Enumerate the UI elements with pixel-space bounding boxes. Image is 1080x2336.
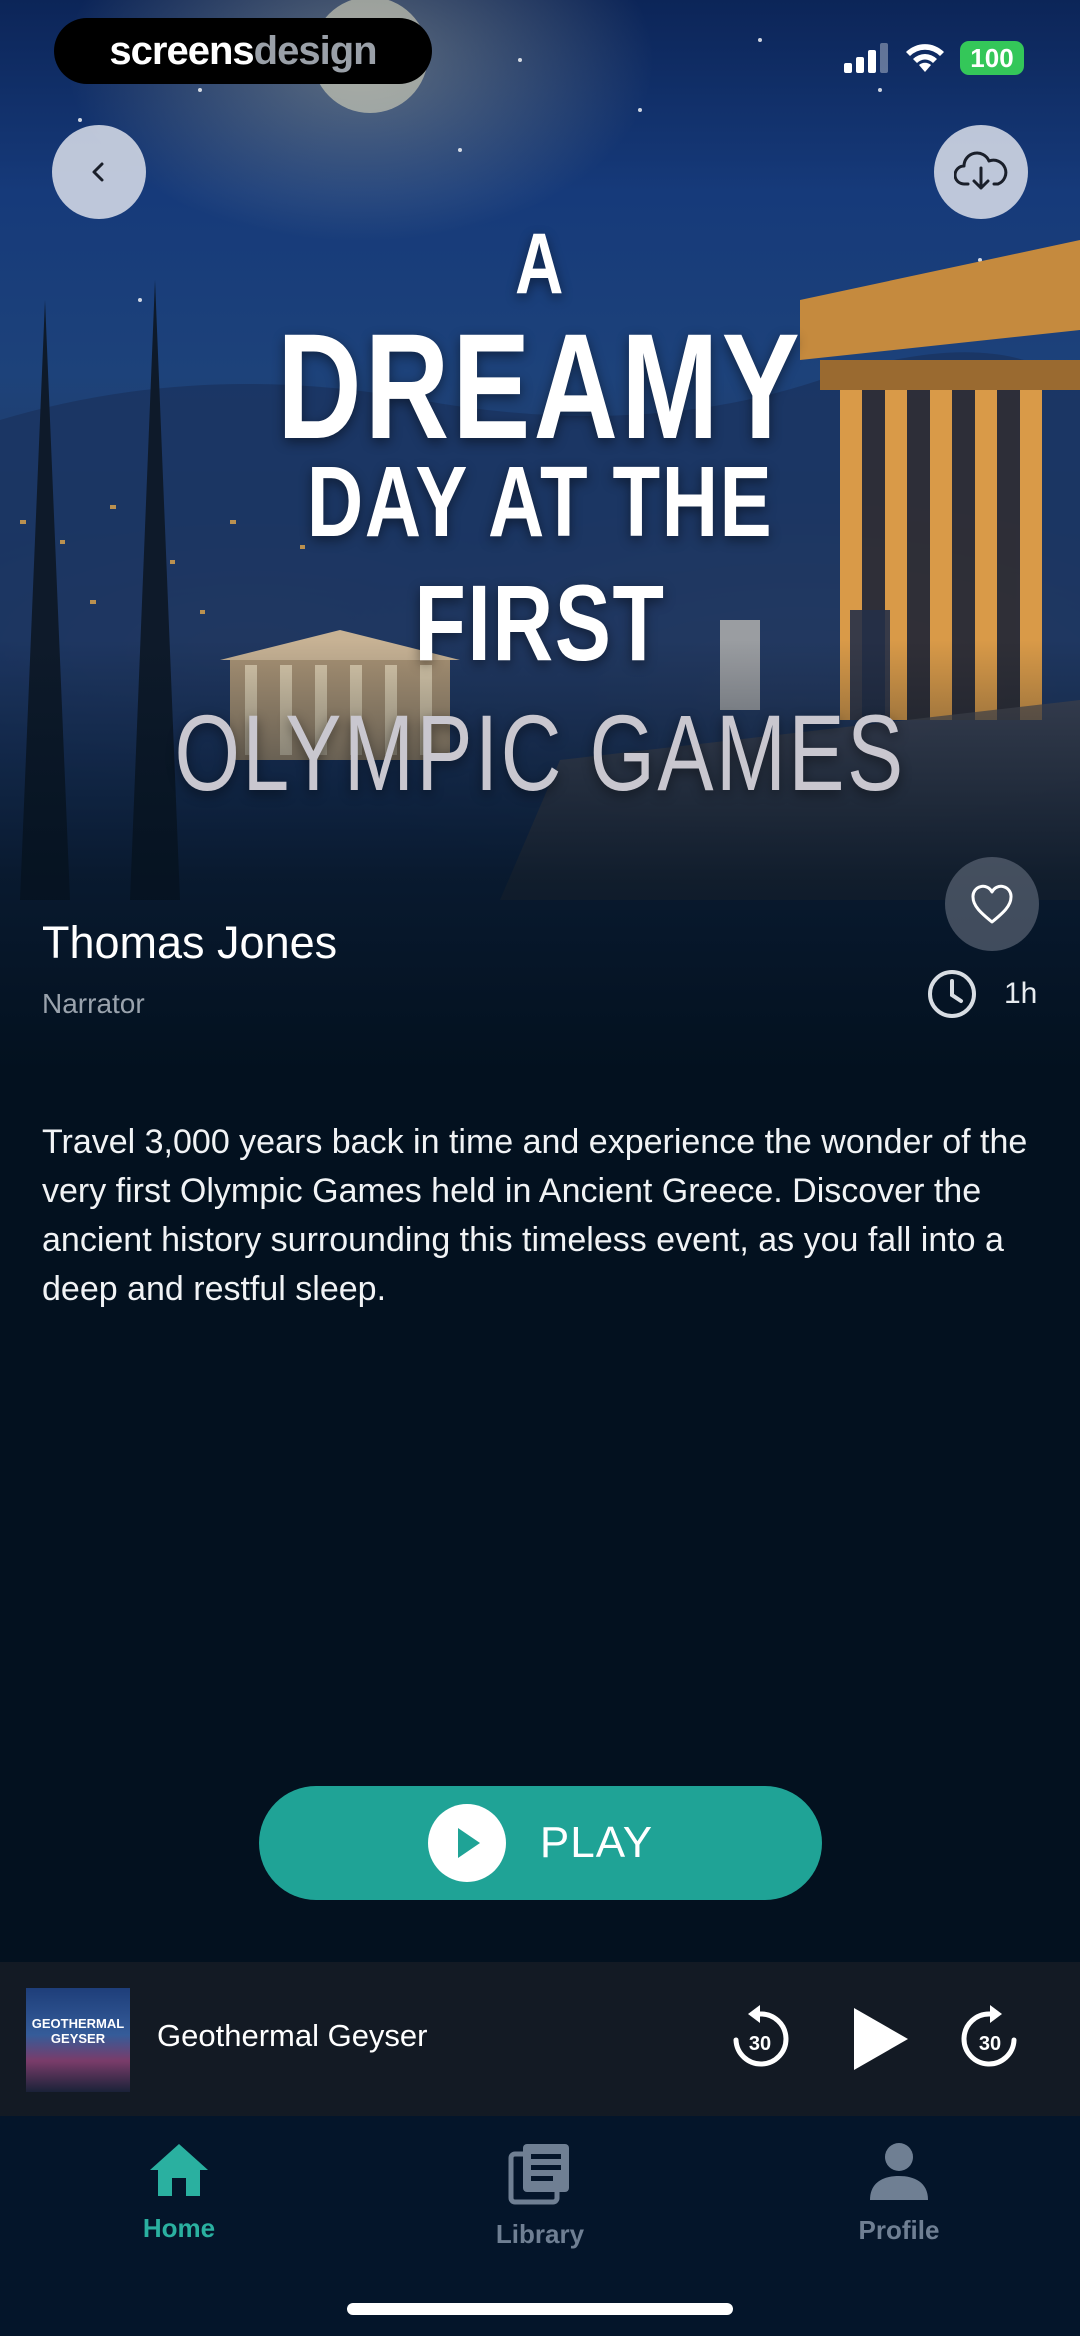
chevron-left-icon <box>92 162 104 182</box>
play-button[interactable]: PLAY <box>259 1786 822 1900</box>
mini-player-play-button[interactable] <box>844 2004 914 2074</box>
narrator-name: Thomas Jones <box>42 917 338 968</box>
favorite-button[interactable] <box>945 857 1039 951</box>
status-bar: 100 <box>844 38 1024 78</box>
skip-forward-30-button[interactable]: 30 <box>954 2002 1026 2074</box>
battery-indicator: 100 <box>960 41 1024 75</box>
mini-player-artwork: GEOTHERMAL GEYSER <box>26 1988 130 2092</box>
cloud-download-icon <box>954 151 1008 190</box>
narrator-label: Narrator <box>42 988 145 1019</box>
brand-text-primary: screens <box>109 29 254 73</box>
story-description: Travel 3,000 years back in time and expe… <box>42 1123 1028 1308</box>
tab-label: Home <box>142 2213 216 2243</box>
brand-watermark: screensdesign <box>54 18 432 84</box>
brand-text-secondary: design <box>253 29 378 73</box>
tab-library[interactable]: Library <box>440 2140 640 2250</box>
profile-icon <box>870 2143 928 2200</box>
skip-back-30-button[interactable]: 30 <box>724 2002 796 2074</box>
wifi-icon <box>906 44 944 72</box>
mini-player[interactable]: GEOTHERMAL GEYSER Geothermal Geyser <box>0 1962 1080 2116</box>
tab-home[interactable]: Home <box>79 2140 279 2244</box>
mini-player-art-text: GEOTHERMAL GEYSER <box>31 2016 125 2046</box>
duration-text: 1h <box>1004 977 1038 1010</box>
skip-forward-seconds: 30 <box>979 2033 1001 2055</box>
cover-artwork: A DREAMY DAY AT THE FIRST OLYMPIC GAMES <box>0 0 1080 1070</box>
library-icon <box>508 2144 569 2205</box>
play-circle <box>427 1804 506 1882</box>
mini-player-title: Geothermal Geyser <box>157 2018 428 2053</box>
home-icon <box>150 2144 208 2196</box>
tab-label: Library <box>495 2219 585 2249</box>
play-label: PLAY <box>539 1818 654 1867</box>
cover-title-line: OLYMPIC GAMES <box>174 692 906 813</box>
tab-label: Profile <box>858 2215 940 2245</box>
clock-icon <box>928 970 976 1018</box>
download-button[interactable] <box>934 125 1028 219</box>
cover-title-line: FIRST <box>414 562 666 683</box>
back-button[interactable] <box>52 125 146 219</box>
skip-back-seconds: 30 <box>749 2033 771 2055</box>
cellular-signal-icon <box>844 43 888 73</box>
tab-profile[interactable]: Profile <box>799 2140 999 2246</box>
cover-title-line: DAY AT THE <box>306 446 774 558</box>
home-indicator[interactable] <box>347 2303 733 2315</box>
play-icon <box>457 1828 480 1858</box>
heart-icon <box>971 884 1013 924</box>
duration: 1h <box>926 968 1037 1020</box>
